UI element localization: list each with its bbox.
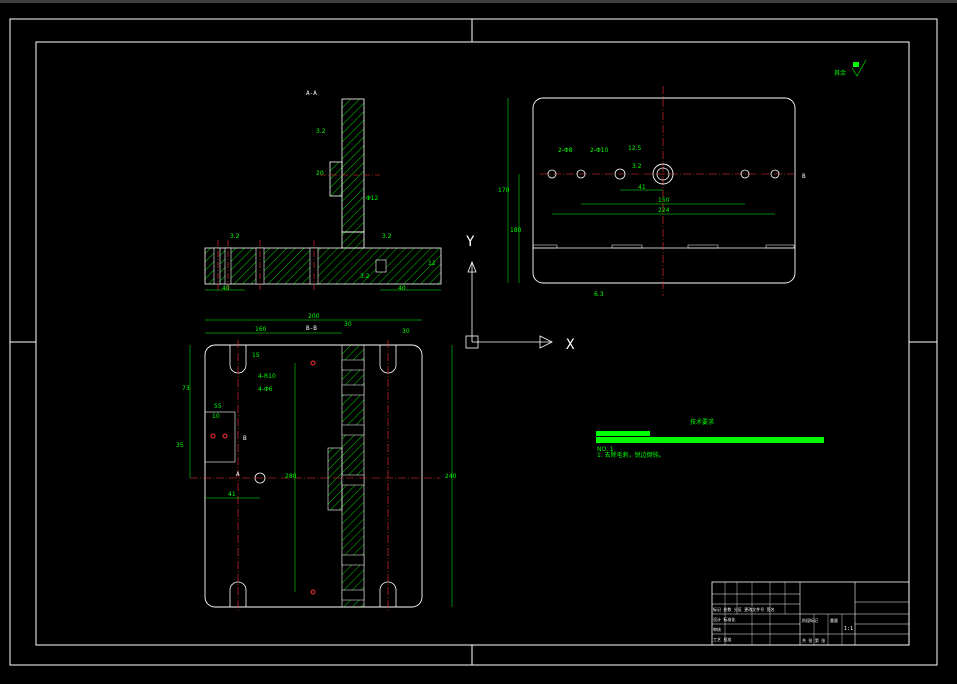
dim-30-b: 30 [402, 328, 410, 335]
dim-55: 55 [214, 403, 222, 410]
tb-row-0: 标记 处数 分区 更改文件号 签名 [713, 606, 775, 612]
dim-224: 224 [658, 207, 670, 214]
dim-12: 12 [428, 260, 436, 267]
dim-41-right: 41 [638, 184, 646, 191]
hole-2-phi10: 2-Φ10 [590, 147, 609, 154]
dim-170: 170 [498, 187, 510, 194]
tb-row-2: 审核 [713, 626, 721, 632]
axis-y-label: Y [466, 234, 475, 250]
note-4-phi6: 4-Φ6 [258, 386, 273, 393]
roughness-4: 3.2 [360, 273, 370, 280]
tb-row-1: 设计 标准化 [713, 616, 735, 622]
side-view: 170 180 41 150 224 2-Φ8 2-Φ10 3.2 12.5 6… [498, 86, 806, 298]
note-4-r10: 4-R10 [258, 373, 276, 380]
section-label-b-b: B-B [306, 325, 317, 332]
hole-2-phi8: 2-Φ8 [558, 147, 573, 154]
tech-line-1: 1. 去除毛刺，锐边倒钝。 [597, 451, 665, 459]
tech-title: 技术要求 [690, 418, 714, 426]
highlight-bar-long [596, 437, 824, 443]
roughness-2: 3.2 [230, 233, 240, 240]
dim-15: 15 [252, 352, 260, 359]
tb-scale: 1:1 [844, 626, 853, 632]
tb-row-3: 工艺 批准 [713, 636, 731, 642]
roughness-1: 3.2 [316, 128, 326, 135]
dim-10: 10 [212, 413, 220, 420]
dim-280: 280 [285, 473, 297, 480]
axis-x-label: X [566, 337, 575, 353]
ucs-icon: Y X [465, 234, 575, 353]
plan-view: B-B 200 160 30 30 240 280 73 15 4-R10 4-… [176, 313, 457, 612]
cad-drawing: A-A 40 40 12 20 Φ12 3.2 3.2 3.2 3.2 B-B [0, 0, 957, 666]
roughness-6: 12.5 [628, 145, 642, 152]
dim-41-left: 41 [228, 491, 236, 498]
roughness-7: 6.3 [594, 291, 604, 298]
section-mark-b: B [243, 435, 247, 442]
drawing-frame [35, 41, 910, 646]
dim-73: 73 [182, 385, 190, 392]
tb-cell-1: 重量 [830, 617, 838, 623]
title-block: 标记 处数 分区 更改文件号 签名 设计 标准化 审核 工艺 批准 阶段标记 重… [711, 581, 910, 646]
tb-cell-3: 共 张 第 张 [802, 637, 825, 643]
technical-requirements: 技术要求 NO. 1 1. 去除毛刺，锐边倒钝。 [596, 418, 824, 459]
roughness-3: 3.2 [382, 233, 392, 240]
other-surfaces-label: 其余 [834, 69, 846, 77]
dim-150: 150 [658, 197, 670, 204]
roughness-5: 3.2 [632, 163, 642, 170]
general-roughness-note: 其余 [834, 59, 867, 77]
dim-240: 240 [445, 473, 457, 480]
section-mark-a: A [236, 471, 240, 478]
hole-phi12: Φ12 [366, 195, 379, 202]
section-label-a-a: A-A [306, 90, 317, 97]
dim-30-a: 30 [344, 321, 352, 328]
dim-160: 160 [255, 326, 267, 333]
section-mark-b-right: B [802, 173, 806, 180]
dim-20: 20 [316, 170, 324, 177]
dim-200: 200 [308, 313, 320, 320]
dim-180: 180 [510, 227, 522, 234]
dim-40-right: 40 [398, 285, 406, 292]
highlight-bar-short [596, 431, 650, 436]
dim-40-left: 40 [222, 285, 230, 292]
dim-35: 35 [176, 442, 184, 449]
section-view-a-a: A-A 40 40 12 20 Φ12 3.2 3.2 3.2 3.2 [204, 90, 442, 292]
tb-cell-0: 阶段标记 [802, 617, 818, 623]
